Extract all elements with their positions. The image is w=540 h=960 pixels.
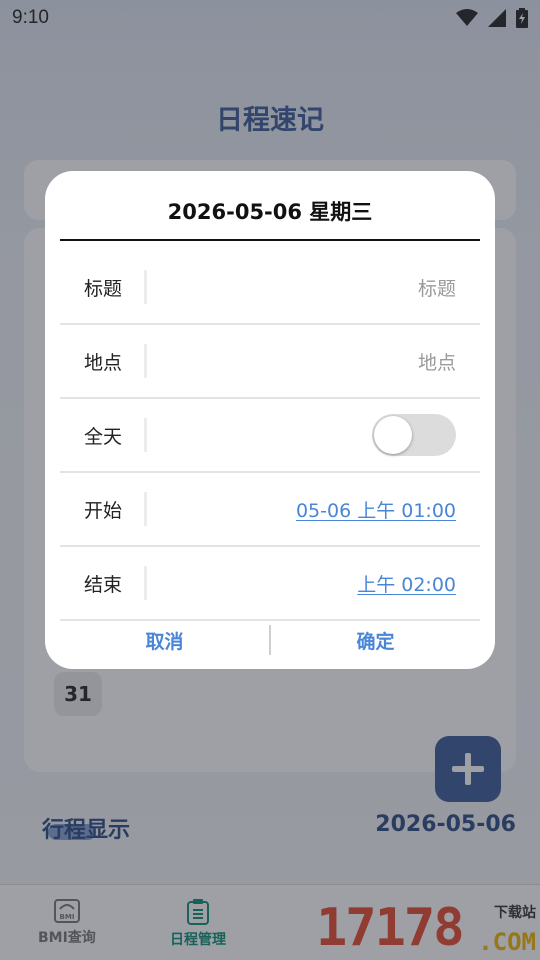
confirm-button[interactable]: 确定 <box>271 627 480 654</box>
row-all-day: 全天 <box>60 399 480 473</box>
location-input[interactable]: 地点 <box>147 348 480 375</box>
all-day-label: 全天 <box>84 425 123 448</box>
row-location[interactable]: 地点 地点 <box>60 325 480 399</box>
title-label: 标题 <box>84 277 123 300</box>
row-title[interactable]: 标题 标题 <box>60 251 480 325</box>
start-label: 开始 <box>84 499 123 522</box>
end-time-link[interactable]: 上午 02:00 <box>147 570 480 597</box>
row-start: 开始 05-06 上午 01:00 <box>60 473 480 547</box>
title-input[interactable]: 标题 <box>147 274 480 301</box>
start-time-link[interactable]: 05-06 上午 01:00 <box>147 496 480 523</box>
row-end: 结束 上午 02:00 <box>60 547 480 621</box>
cancel-button[interactable]: 取消 <box>60 627 269 654</box>
new-event-dialog: 2026-05-06 星期三 标题 标题 地点 地点 全天 开始 05-06 上… <box>45 171 495 669</box>
dialog-actions: 取消 确定 <box>60 611 480 669</box>
all-day-toggle[interactable] <box>372 414 456 456</box>
title-divider <box>60 239 480 241</box>
all-day-toggle-wrap <box>147 414 480 456</box>
location-label: 地点 <box>84 351 123 374</box>
toggle-knob <box>374 416 412 454</box>
end-label: 结束 <box>84 573 123 596</box>
